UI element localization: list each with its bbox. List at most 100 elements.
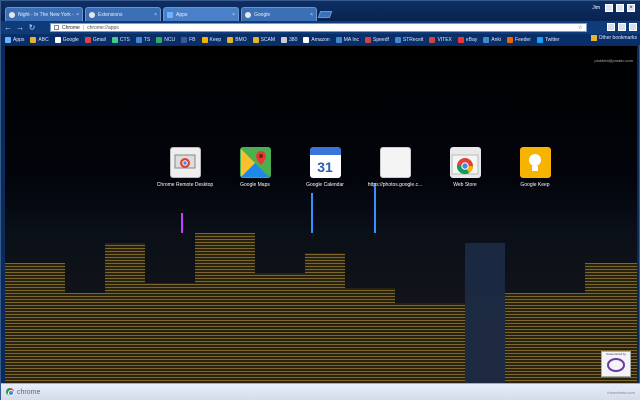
bookmark-label: STReceit <box>402 36 424 43</box>
tab-night-new-york[interactable]: Night - In The New York - Photo... × <box>5 7 83 21</box>
minimize-button[interactable] <box>605 4 613 12</box>
bookmark-label: ABC <box>38 36 49 43</box>
bookmark-item[interactable]: Feeder <box>507 36 531 43</box>
other-bookmarks[interactable]: Other bookmarks <box>590 35 637 41</box>
forward-arrow-icon[interactable]: → <box>15 23 25 33</box>
bookmark-label: Anki <box>491 36 502 43</box>
tab-title: Apps <box>176 11 188 18</box>
bookmark-item[interactable]: MA Inc <box>335 36 360 43</box>
theme-credit: pinkbird@pmatic.com <box>594 58 633 63</box>
close-icon[interactable]: × <box>154 12 157 18</box>
bookmark-label: eBay <box>465 36 478 43</box>
app-google-calendar[interactable]: 31 Google Calendar <box>300 147 350 188</box>
app-google-photos[interactable]: https://photos.google.c... <box>367 147 423 188</box>
site-icon <box>394 36 401 43</box>
bookmark-label: CTS <box>119 36 130 43</box>
site-icon <box>156 36 163 43</box>
bookmark-item[interactable]: VITEX <box>429 36 452 43</box>
google-keep-icon <box>519 147 551 178</box>
browser-window: Night - In The New York - Photo... × Ext… <box>0 0 640 400</box>
status-brand: chrome <box>17 388 41 396</box>
address-bar[interactable]: Chrome | chrome://apps ☆ <box>50 23 587 32</box>
site-icon <box>281 36 288 43</box>
google-calendar-icon: 31 <box>309 147 341 178</box>
bookmark-label: TS <box>143 36 151 43</box>
bookmark-item[interactable]: Amazon <box>303 36 330 43</box>
folder-icon <box>590 35 597 41</box>
chrome-logo-icon <box>6 388 14 396</box>
app-google-keep[interactable]: Google Keep <box>510 147 560 188</box>
close-icon[interactable]: × <box>76 12 79 18</box>
profile-name[interactable]: Jim <box>592 5 600 11</box>
bookmark-item[interactable]: NCU <box>156 36 175 43</box>
bookmark-label: 380 <box>289 36 298 43</box>
reload-icon[interactable]: ↻ <box>27 23 37 33</box>
status-right-text: themebeta.com <box>607 389 635 395</box>
folder-icon <box>252 36 259 43</box>
tab-favicon <box>89 11 95 18</box>
app-label: Google Calendar <box>306 182 344 188</box>
bookmark-item[interactable]: FB <box>181 36 196 43</box>
extension-icon[interactable] <box>618 23 626 31</box>
app-label: Chrome Remote Desktop <box>156 182 214 188</box>
theme-badge: Customized by <box>601 351 631 377</box>
bookmark-item[interactable]: eBay <box>457 36 478 43</box>
tab-apps[interactable]: Apps × <box>163 7 239 21</box>
maximize-button[interactable] <box>616 4 624 12</box>
bookmark-item[interactable]: STReceit <box>394 36 424 43</box>
theme-logo-icon <box>607 358 625 372</box>
bookmark-item[interactable]: 380 <box>281 36 298 43</box>
bookmark-item[interactable]: TS <box>135 36 151 43</box>
other-bookmarks-label: Other bookmarks <box>598 35 637 41</box>
bookmark-item[interactable]: Keep <box>201 36 222 43</box>
app-web-store[interactable]: Web Store <box>440 147 490 188</box>
google-icon <box>54 36 61 43</box>
bookmark-label: Feeder <box>515 36 531 43</box>
bookmark-apps[interactable]: Apps <box>5 36 24 43</box>
google-maps-icon <box>239 147 271 178</box>
site-icon <box>483 36 490 43</box>
bookmark-label: MA Inc <box>343 36 360 43</box>
bookmark-item[interactable]: Gmail <box>84 36 106 43</box>
bookmark-item[interactable]: Speedf <box>365 36 389 43</box>
omnibox-url[interactable]: chrome://apps <box>87 25 119 31</box>
tab-extensions[interactable]: Extensions × <box>85 7 161 21</box>
app-label: https://photos.google.c... <box>367 182 423 188</box>
bookmark-item[interactable]: Google <box>54 36 79 43</box>
bookmark-item[interactable]: BMO <box>227 36 247 43</box>
bookmark-item[interactable]: Anki <box>483 36 502 43</box>
bookmark-item[interactable]: ABC <box>30 36 49 43</box>
city-background-image <box>5 183 637 383</box>
site-icon <box>365 36 372 43</box>
close-icon[interactable]: × <box>310 12 313 18</box>
tab-google[interactable]: Google × <box>241 7 317 21</box>
site-icon <box>429 36 436 43</box>
bookmark-item[interactable]: CTS <box>111 36 130 43</box>
app-chrome-remote-desktop[interactable]: Chrome Remote Desktop <box>156 147 214 188</box>
bookmark-label: Amazon <box>311 36 330 43</box>
close-window-button[interactable]: × <box>627 4 635 12</box>
window-controls: Jim × <box>592 4 635 12</box>
omnibox-separator: | <box>82 24 85 31</box>
app-google-maps[interactable]: Google Maps <box>230 147 280 188</box>
omnibox-label: Chrome <box>62 24 80 31</box>
back-arrow-icon[interactable]: ← <box>3 23 13 33</box>
bookmark-star-icon[interactable]: ☆ <box>578 24 583 31</box>
bookmark-item[interactable]: SCAM <box>252 36 275 43</box>
bookmark-label: BMO <box>235 36 247 43</box>
bookmark-label: Keep <box>209 36 222 43</box>
close-icon[interactable]: × <box>232 12 235 18</box>
app-label: Google Keep <box>520 182 550 188</box>
web-store-icon <box>449 147 481 178</box>
menu-icon[interactable] <box>629 23 637 31</box>
bookmark-item[interactable]: Twitter <box>536 36 560 43</box>
google-photos-icon <box>379 147 411 178</box>
badge-text: Customized by <box>606 352 626 356</box>
new-tab-button[interactable] <box>317 11 333 18</box>
tab-favicon <box>245 11 251 18</box>
folder-icon <box>30 36 37 43</box>
apps-page: pinkbird@pmatic.com Chrome Remote Deskto… <box>5 46 637 383</box>
apps-grid-icon <box>5 36 11 43</box>
extension-icon[interactable] <box>607 23 615 31</box>
apps-grid-icon <box>167 11 173 18</box>
